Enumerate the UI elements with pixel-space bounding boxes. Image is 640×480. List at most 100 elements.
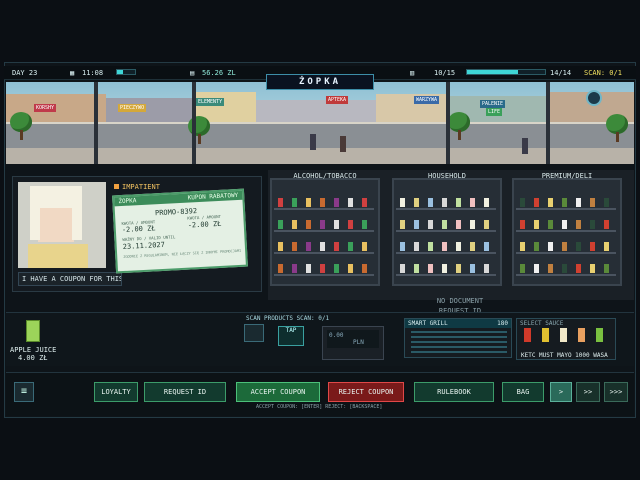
product-item[interactable] [278, 242, 283, 251]
product-item[interactable] [292, 198, 297, 207]
request-id-button[interactable]: REQUEST ID [144, 382, 226, 402]
product-item[interactable] [484, 198, 489, 207]
product-item[interactable] [548, 242, 553, 251]
product-item[interactable] [362, 264, 367, 273]
product-item[interactable] [534, 220, 539, 229]
product-item[interactable] [400, 264, 405, 273]
product-item[interactable] [348, 220, 353, 229]
speed-3x-button[interactable]: >>> [604, 382, 628, 402]
product-item[interactable] [520, 198, 525, 207]
product-item[interactable] [278, 220, 283, 229]
product-item[interactable] [278, 264, 283, 273]
product-item[interactable] [456, 198, 461, 207]
product-item[interactable] [548, 198, 553, 207]
smart-grill[interactable]: SMART GRILL 180 [404, 318, 512, 358]
scanner-icon[interactable] [244, 324, 264, 342]
product-item[interactable] [562, 242, 567, 251]
product-item[interactable] [534, 264, 539, 273]
product-item[interactable] [590, 242, 595, 251]
coupon-document[interactable]: ŻOPKA KUPON RABATOWY PROMO-8392 KWOTA / A… [112, 188, 248, 274]
product-item[interactable] [428, 198, 433, 207]
product-item[interactable] [484, 220, 489, 229]
menu-icon[interactable]: ≡ [14, 382, 34, 402]
product-item[interactable] [414, 242, 419, 251]
product-item[interactable] [428, 242, 433, 251]
product-item[interactable] [604, 264, 609, 273]
product-item[interactable] [534, 198, 539, 207]
product-item[interactable] [292, 242, 297, 251]
rulebook-button[interactable]: RULEBOOK [414, 382, 494, 402]
mustard-bottle-icon[interactable] [542, 328, 549, 342]
product-item[interactable] [604, 220, 609, 229]
product-item[interactable] [442, 220, 447, 229]
product-item[interactable] [442, 242, 447, 251]
product-item[interactable] [348, 264, 353, 273]
product-item[interactable] [334, 198, 339, 207]
product-item[interactable] [562, 220, 567, 229]
product-item[interactable] [520, 220, 525, 229]
product-item[interactable] [484, 264, 489, 273]
product-item[interactable] [428, 220, 433, 229]
product-item[interactable] [362, 242, 367, 251]
product-item[interactable] [334, 242, 339, 251]
product-item[interactable] [576, 220, 581, 229]
product-item[interactable] [320, 220, 325, 229]
product-item[interactable] [548, 264, 553, 273]
speed-1x-button[interactable]: > [550, 382, 572, 402]
product-item[interactable] [306, 220, 311, 229]
product-item[interactable] [400, 198, 405, 207]
product-item[interactable] [306, 242, 311, 251]
product-item[interactable] [442, 264, 447, 273]
product-item[interactable] [306, 264, 311, 273]
apple-juice-item[interactable] [26, 320, 40, 342]
product-item[interactable] [414, 198, 419, 207]
product-item[interactable] [484, 242, 489, 251]
product-item[interactable] [548, 220, 553, 229]
product-item[interactable] [562, 264, 567, 273]
product-item[interactable] [442, 198, 447, 207]
product-item[interactable] [414, 264, 419, 273]
product-item[interactable] [470, 264, 475, 273]
product-item[interactable] [456, 264, 461, 273]
product-item[interactable] [414, 220, 419, 229]
product-item[interactable] [362, 220, 367, 229]
product-item[interactable] [292, 264, 297, 273]
product-item[interactable] [320, 264, 325, 273]
product-item[interactable] [456, 220, 461, 229]
product-item[interactable] [348, 198, 353, 207]
accept-coupon-button[interactable]: ACCEPT COUPON [236, 382, 320, 402]
ketchup-bottle-icon[interactable] [524, 328, 531, 342]
product-item[interactable] [590, 264, 595, 273]
mayo-bottle-icon[interactable] [560, 328, 567, 342]
thousand-island-bottle-icon[interactable] [578, 328, 585, 342]
product-item[interactable] [520, 264, 525, 273]
bag-button[interactable]: BAG [502, 382, 544, 402]
product-item[interactable] [470, 242, 475, 251]
payment-terminal[interactable]: 0.00 PLN [322, 326, 384, 360]
product-item[interactable] [428, 264, 433, 273]
product-item[interactable] [562, 198, 567, 207]
product-item[interactable] [348, 242, 353, 251]
product-item[interactable] [604, 242, 609, 251]
product-item[interactable] [520, 242, 525, 251]
product-item[interactable] [292, 220, 297, 229]
product-item[interactable] [456, 242, 461, 251]
product-item[interactable] [470, 220, 475, 229]
product-item[interactable] [278, 198, 283, 207]
product-item[interactable] [334, 264, 339, 273]
product-item[interactable] [534, 242, 539, 251]
product-item[interactable] [604, 198, 609, 207]
tap-pay-button[interactable]: TAP [278, 326, 304, 346]
product-item[interactable] [590, 220, 595, 229]
product-item[interactable] [320, 242, 325, 251]
product-item[interactable] [470, 198, 475, 207]
product-item[interactable] [576, 198, 581, 207]
product-item[interactable] [362, 198, 367, 207]
product-item[interactable] [306, 198, 311, 207]
product-item[interactable] [576, 242, 581, 251]
speed-2x-button[interactable]: >> [576, 382, 600, 402]
reject-coupon-button[interactable]: REJECT COUPON [328, 382, 404, 402]
wasabi-bottle-icon[interactable] [596, 328, 603, 342]
product-item[interactable] [576, 264, 581, 273]
product-item[interactable] [334, 220, 339, 229]
